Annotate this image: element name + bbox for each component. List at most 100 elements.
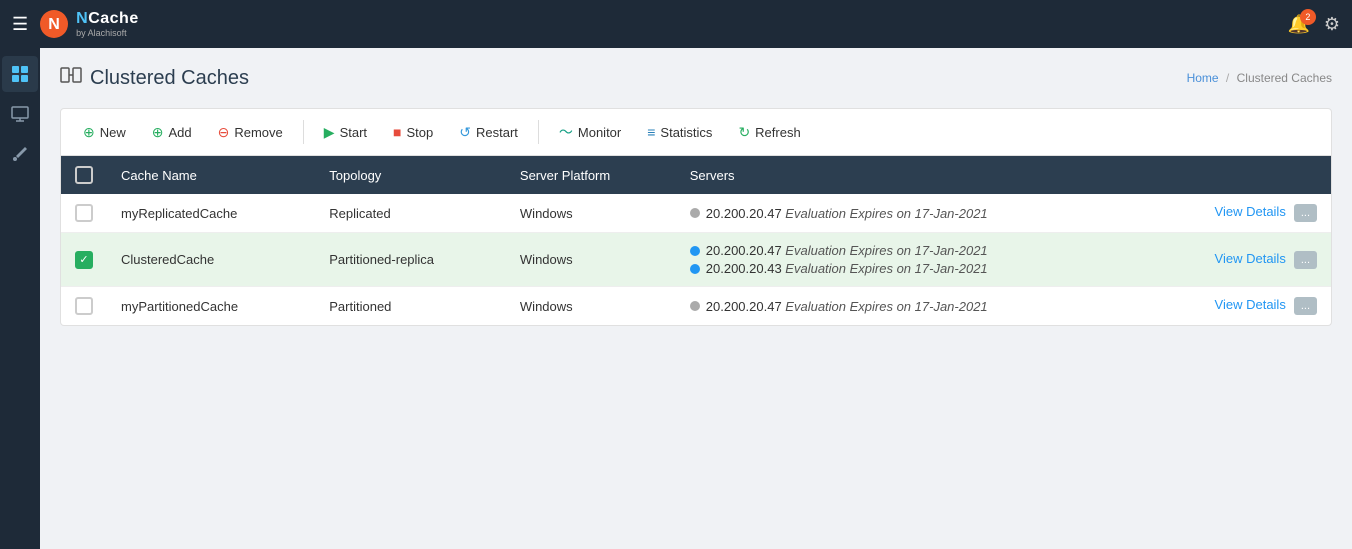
- toolbar-separator-2: [538, 120, 539, 144]
- row-checkbox[interactable]: ✓: [75, 251, 93, 269]
- toolbar: ⊕ New ⊕ Add ⊖ Remove ▶ Start ■ Stop ↺ Re…: [60, 108, 1332, 156]
- server-info: 20.200.20.47 Evaluation Expires on 17-Ja…: [706, 206, 988, 221]
- remove-label: Remove: [234, 125, 282, 140]
- settings-button[interactable]: ⚙: [1324, 14, 1340, 35]
- more-button[interactable]: ...: [1294, 297, 1317, 315]
- sidebar-item-tools[interactable]: [2, 136, 38, 172]
- restart-icon: ↺: [459, 124, 471, 141]
- page-title-icon: [60, 64, 82, 92]
- table-row: myPartitionedCachePartitionedWindows 20.2…: [61, 287, 1331, 326]
- nav-right: 🔔 2 ⚙: [1287, 14, 1340, 35]
- table-row: ✓ClusteredCachePartitioned-replicaWindow…: [61, 233, 1331, 287]
- server-info: 20.200.20.47 Evaluation Expires on 17-Ja…: [706, 243, 988, 258]
- server-entry: 20.200.20.43 Evaluation Expires on 17-Ja…: [690, 261, 1130, 276]
- monitor-label: Monitor: [578, 125, 621, 140]
- page-header: Clustered Caches Home / Clustered Caches: [60, 64, 1332, 92]
- breadcrumb-current: Clustered Caches: [1237, 71, 1332, 85]
- status-dot: [690, 301, 700, 311]
- status-dot: [690, 246, 700, 256]
- statistics-icon: ≡: [647, 124, 655, 140]
- stop-button[interactable]: ■ Stop: [383, 119, 443, 145]
- view-details-link[interactable]: View Details: [1215, 297, 1286, 312]
- main-content: Clustered Caches Home / Clustered Caches…: [40, 48, 1352, 549]
- statistics-button[interactable]: ≡ Statistics: [637, 119, 722, 145]
- status-dot: [690, 264, 700, 274]
- more-button[interactable]: ...: [1294, 204, 1317, 222]
- servers-cell: 20.200.20.47 Evaluation Expires on 17-Ja…: [676, 194, 1144, 233]
- stop-icon: ■: [393, 124, 401, 140]
- topology-cell: Partitioned: [315, 287, 506, 326]
- restart-button[interactable]: ↺ Restart: [449, 119, 528, 146]
- refresh-label: Refresh: [755, 125, 801, 140]
- platform-cell: Windows: [506, 287, 676, 326]
- notifications-button[interactable]: 🔔 2: [1287, 14, 1309, 35]
- add-label: Add: [168, 125, 191, 140]
- breadcrumb-separator: /: [1226, 71, 1229, 85]
- new-button[interactable]: ⊕ New: [73, 119, 136, 146]
- header-checkbox: [61, 156, 107, 194]
- server-info: 20.200.20.43 Evaluation Expires on 17-Ja…: [706, 261, 988, 276]
- cache-table: Cache Name Topology Server Platform Serv…: [61, 156, 1331, 325]
- header-server-platform: Server Platform: [506, 156, 676, 194]
- add-button[interactable]: ⊕ Add: [142, 119, 202, 146]
- row-checkbox-cell: ✓: [61, 233, 107, 287]
- notification-badge: 2: [1300, 9, 1316, 25]
- start-icon: ▶: [324, 124, 335, 141]
- stop-label: Stop: [407, 125, 434, 140]
- servers-cell: 20.200.20.47 Evaluation Expires on 17-Ja…: [676, 287, 1144, 326]
- status-dot: [690, 208, 700, 218]
- view-details-link[interactable]: View Details: [1215, 251, 1286, 266]
- nav-left: ☰ N NCache by Alachisoft: [12, 8, 139, 40]
- table-body: myReplicatedCacheReplicatedWindows20.200…: [61, 194, 1331, 325]
- toolbar-separator-1: [303, 120, 304, 144]
- refresh-icon: ↻: [738, 124, 750, 141]
- logo: N NCache by Alachisoft: [38, 8, 139, 40]
- logo-text: NCache by Alachisoft: [76, 10, 139, 38]
- actions-cell: View Details...: [1144, 194, 1331, 233]
- actions-cell: View Details...: [1144, 233, 1331, 287]
- header-topology: Topology: [315, 156, 506, 194]
- servers-cell: 20.200.20.47 Evaluation Expires on 17-Ja…: [676, 233, 1144, 287]
- row-checkbox[interactable]: [75, 204, 93, 222]
- monitor-toolbar-icon: 〜: [559, 122, 573, 142]
- page-title: Clustered Caches: [90, 67, 249, 90]
- row-checkbox[interactable]: [75, 297, 93, 315]
- logo-name: NCache: [76, 10, 139, 28]
- remove-button[interactable]: ⊖ Remove: [208, 119, 293, 146]
- monitor-button[interactable]: 〜 Monitor: [549, 117, 631, 147]
- header-servers: Servers: [676, 156, 1144, 194]
- table-row: myReplicatedCacheReplicatedWindows 20.200…: [61, 194, 1331, 233]
- server-entry: 20.200.20.47 Evaluation Expires on 17-Ja…: [690, 243, 1130, 258]
- sidebar-item-monitor[interactable]: [2, 96, 38, 132]
- refresh-button[interactable]: ↻ Refresh: [728, 119, 810, 146]
- breadcrumb-home[interactable]: Home: [1187, 71, 1219, 85]
- new-label: New: [100, 125, 126, 140]
- statistics-label: Statistics: [660, 125, 712, 140]
- row-checkbox-cell: [61, 194, 107, 233]
- server-entry: 20.200.20.47 Evaluation Expires on 17-Ja…: [690, 299, 1130, 314]
- grid-icon: [11, 65, 29, 83]
- header-actions: [1144, 156, 1331, 194]
- cache-name-cell: myPartitionedCache: [107, 287, 315, 326]
- svg-text:N: N: [48, 16, 60, 33]
- platform-cell: Windows: [506, 194, 676, 233]
- clustered-caches-icon: [60, 64, 82, 86]
- more-button[interactable]: ...: [1294, 251, 1317, 269]
- sidebar-item-dashboard[interactable]: [2, 56, 38, 92]
- server-info: 20.200.20.47 Evaluation Expires on 17-Ja…: [706, 299, 988, 314]
- select-all-checkbox[interactable]: [75, 166, 93, 184]
- start-button[interactable]: ▶ Start: [314, 119, 377, 146]
- logo-icon: N: [38, 8, 70, 40]
- actions-cell: View Details...: [1144, 287, 1331, 326]
- hamburger-button[interactable]: ☰: [12, 14, 28, 35]
- topology-cell: Replicated: [315, 194, 506, 233]
- monitor-icon: [11, 105, 29, 123]
- cache-table-container: Cache Name Topology Server Platform Serv…: [60, 156, 1332, 326]
- restart-label: Restart: [476, 125, 518, 140]
- view-details-link[interactable]: View Details: [1215, 204, 1286, 219]
- header-cache-name: Cache Name: [107, 156, 315, 194]
- cache-name-cell: myReplicatedCache: [107, 194, 315, 233]
- row-checkbox-cell: [61, 287, 107, 326]
- add-icon: ⊕: [152, 124, 164, 141]
- breadcrumb: Home / Clustered Caches: [1187, 71, 1332, 85]
